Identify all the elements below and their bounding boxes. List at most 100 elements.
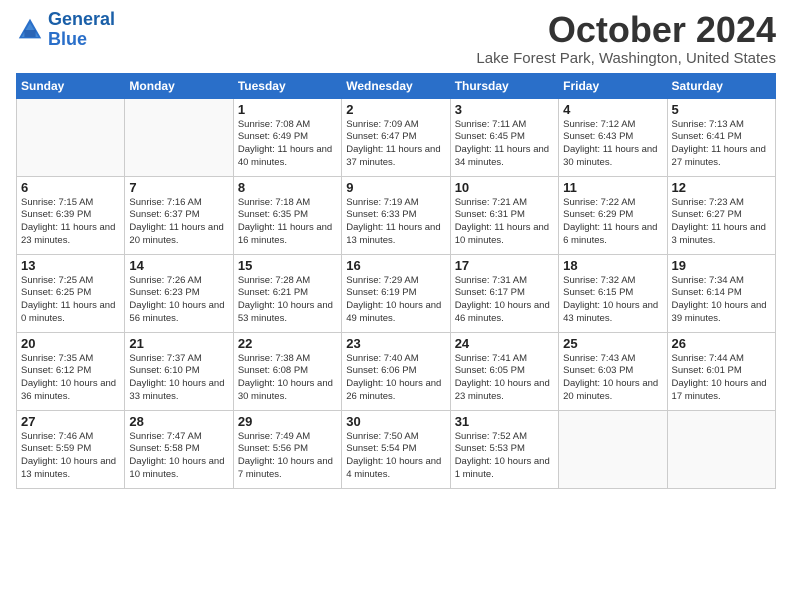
title-block: October 2024 Lake Forest Park, Washingto… bbox=[476, 10, 776, 67]
day-number: 2 bbox=[346, 102, 445, 117]
calendar-cell bbox=[125, 98, 233, 176]
logo-text: General Blue bbox=[48, 10, 115, 50]
day-number: 15 bbox=[238, 258, 337, 273]
col-header-thursday: Thursday bbox=[450, 73, 558, 98]
day-number: 21 bbox=[129, 336, 228, 351]
day-info: Sunrise: 7:11 AM Sunset: 6:45 PM Dayligh… bbox=[455, 119, 554, 170]
day-number: 12 bbox=[672, 180, 771, 195]
day-number: 9 bbox=[346, 180, 445, 195]
day-info: Sunrise: 7:40 AM Sunset: 6:06 PM Dayligh… bbox=[346, 353, 445, 404]
day-info: Sunrise: 7:35 AM Sunset: 6:12 PM Dayligh… bbox=[21, 353, 120, 404]
day-number: 11 bbox=[563, 180, 662, 195]
day-info: Sunrise: 7:28 AM Sunset: 6:21 PM Dayligh… bbox=[238, 275, 337, 326]
day-info: Sunrise: 7:44 AM Sunset: 6:01 PM Dayligh… bbox=[672, 353, 771, 404]
day-info: Sunrise: 7:25 AM Sunset: 6:25 PM Dayligh… bbox=[21, 275, 120, 326]
calendar-table: SundayMondayTuesdayWednesdayThursdayFrid… bbox=[16, 73, 776, 489]
logo-icon bbox=[16, 16, 44, 44]
calendar-cell: 17 Sunrise: 7:31 AM Sunset: 6:17 PM Dayli… bbox=[450, 254, 558, 332]
day-number: 24 bbox=[455, 336, 554, 351]
calendar-cell: 30 Sunrise: 7:50 AM Sunset: 5:54 PM Dayli… bbox=[342, 410, 450, 488]
day-info: Sunrise: 7:19 AM Sunset: 6:33 PM Dayligh… bbox=[346, 197, 445, 248]
day-info: Sunrise: 7:26 AM Sunset: 6:23 PM Dayligh… bbox=[129, 275, 228, 326]
day-number: 18 bbox=[563, 258, 662, 273]
col-header-friday: Friday bbox=[559, 73, 667, 98]
day-number: 8 bbox=[238, 180, 337, 195]
day-info: Sunrise: 7:16 AM Sunset: 6:37 PM Dayligh… bbox=[129, 197, 228, 248]
day-info: Sunrise: 7:52 AM Sunset: 5:53 PM Dayligh… bbox=[455, 431, 554, 482]
calendar-cell: 13 Sunrise: 7:25 AM Sunset: 6:25 PM Dayli… bbox=[17, 254, 125, 332]
day-info: Sunrise: 7:23 AM Sunset: 6:27 PM Dayligh… bbox=[672, 197, 771, 248]
day-number: 3 bbox=[455, 102, 554, 117]
day-number: 17 bbox=[455, 258, 554, 273]
day-info: Sunrise: 7:46 AM Sunset: 5:59 PM Dayligh… bbox=[21, 431, 120, 482]
page: General Blue October 2024 Lake Forest Pa… bbox=[0, 0, 792, 499]
day-number: 30 bbox=[346, 414, 445, 429]
col-header-tuesday: Tuesday bbox=[233, 73, 341, 98]
day-number: 27 bbox=[21, 414, 120, 429]
day-number: 7 bbox=[129, 180, 228, 195]
day-info: Sunrise: 7:34 AM Sunset: 6:14 PM Dayligh… bbox=[672, 275, 771, 326]
calendar-cell: 1Sunrise: 7:08 AM Sunset: 6:49 PM Daylig… bbox=[233, 98, 341, 176]
col-header-sunday: Sunday bbox=[17, 73, 125, 98]
calendar-cell: 23 Sunrise: 7:40 AM Sunset: 6:06 PM Dayli… bbox=[342, 332, 450, 410]
day-number: 23 bbox=[346, 336, 445, 351]
week-row-3: 13 Sunrise: 7:25 AM Sunset: 6:25 PM Dayli… bbox=[17, 254, 776, 332]
week-row-1: 1Sunrise: 7:08 AM Sunset: 6:49 PM Daylig… bbox=[17, 98, 776, 176]
day-info: Sunrise: 7:38 AM Sunset: 6:08 PM Dayligh… bbox=[238, 353, 337, 404]
day-number: 20 bbox=[21, 336, 120, 351]
location-title: Lake Forest Park, Washington, United Sta… bbox=[476, 50, 776, 67]
day-number: 16 bbox=[346, 258, 445, 273]
day-info: Sunrise: 7:18 AM Sunset: 6:35 PM Dayligh… bbox=[238, 197, 337, 248]
calendar-cell: 2 Sunrise: 7:09 AM Sunset: 6:47 PM Daylig… bbox=[342, 98, 450, 176]
day-number: 4 bbox=[563, 102, 662, 117]
day-info: Sunrise: 7:37 AM Sunset: 6:10 PM Dayligh… bbox=[129, 353, 228, 404]
calendar-cell: 21 Sunrise: 7:37 AM Sunset: 6:10 PM Dayli… bbox=[125, 332, 233, 410]
week-row-2: 6Sunrise: 7:15 AM Sunset: 6:39 PM Daylig… bbox=[17, 176, 776, 254]
calendar-cell: 26Sunrise: 7:44 AM Sunset: 6:01 PM Dayli… bbox=[667, 332, 775, 410]
day-number: 14 bbox=[129, 258, 228, 273]
calendar-cell bbox=[667, 410, 775, 488]
day-info: Sunrise: 7:09 AM Sunset: 6:47 PM Dayligh… bbox=[346, 119, 445, 170]
calendar-cell: 25 Sunrise: 7:43 AM Sunset: 6:03 PM Dayli… bbox=[559, 332, 667, 410]
calendar-cell: 14 Sunrise: 7:26 AM Sunset: 6:23 PM Dayli… bbox=[125, 254, 233, 332]
day-info: Sunrise: 7:41 AM Sunset: 6:05 PM Dayligh… bbox=[455, 353, 554, 404]
logo-general: General bbox=[48, 9, 115, 29]
day-number: 31 bbox=[455, 414, 554, 429]
calendar-cell: 5 Sunrise: 7:13 AM Sunset: 6:41 PM Daylig… bbox=[667, 98, 775, 176]
day-info: Sunrise: 7:31 AM Sunset: 6:17 PM Dayligh… bbox=[455, 275, 554, 326]
day-info: Sunrise: 7:32 AM Sunset: 6:15 PM Dayligh… bbox=[563, 275, 662, 326]
calendar-cell: 22Sunrise: 7:38 AM Sunset: 6:08 PM Dayli… bbox=[233, 332, 341, 410]
calendar-cell: 8 Sunrise: 7:18 AM Sunset: 6:35 PM Daylig… bbox=[233, 176, 341, 254]
calendar-cell: 31 Sunrise: 7:52 AM Sunset: 5:53 PM Dayli… bbox=[450, 410, 558, 488]
calendar-cell: 15 Sunrise: 7:28 AM Sunset: 6:21 PM Dayli… bbox=[233, 254, 341, 332]
month-title: October 2024 bbox=[476, 10, 776, 50]
col-header-monday: Monday bbox=[125, 73, 233, 98]
week-row-5: 27 Sunrise: 7:46 AM Sunset: 5:59 PM Dayli… bbox=[17, 410, 776, 488]
day-info: Sunrise: 7:50 AM Sunset: 5:54 PM Dayligh… bbox=[346, 431, 445, 482]
calendar-cell: 10Sunrise: 7:21 AM Sunset: 6:31 PM Dayli… bbox=[450, 176, 558, 254]
day-info: Sunrise: 7:22 AM Sunset: 6:29 PM Dayligh… bbox=[563, 197, 662, 248]
day-info: Sunrise: 7:43 AM Sunset: 6:03 PM Dayligh… bbox=[563, 353, 662, 404]
day-info: Sunrise: 7:13 AM Sunset: 6:41 PM Dayligh… bbox=[672, 119, 771, 170]
day-number: 5 bbox=[672, 102, 771, 117]
day-info: Sunrise: 7:49 AM Sunset: 5:56 PM Dayligh… bbox=[238, 431, 337, 482]
day-info: Sunrise: 7:12 AM Sunset: 6:43 PM Dayligh… bbox=[563, 119, 662, 170]
calendar-cell: 27 Sunrise: 7:46 AM Sunset: 5:59 PM Dayli… bbox=[17, 410, 125, 488]
calendar-cell: 6Sunrise: 7:15 AM Sunset: 6:39 PM Daylig… bbox=[17, 176, 125, 254]
calendar-cell bbox=[17, 98, 125, 176]
day-number: 25 bbox=[563, 336, 662, 351]
day-number: 13 bbox=[21, 258, 120, 273]
day-info: Sunrise: 7:15 AM Sunset: 6:39 PM Dayligh… bbox=[21, 197, 120, 248]
day-number: 28 bbox=[129, 414, 228, 429]
calendar-cell: 28 Sunrise: 7:47 AM Sunset: 5:58 PM Dayli… bbox=[125, 410, 233, 488]
day-number: 19 bbox=[672, 258, 771, 273]
header: General Blue October 2024 Lake Forest Pa… bbox=[16, 10, 776, 67]
calendar-cell: 18 Sunrise: 7:32 AM Sunset: 6:15 PM Dayli… bbox=[559, 254, 667, 332]
calendar-cell: 7 Sunrise: 7:16 AM Sunset: 6:37 PM Daylig… bbox=[125, 176, 233, 254]
calendar-cell bbox=[559, 410, 667, 488]
calendar-cell: 24 Sunrise: 7:41 AM Sunset: 6:05 PM Dayli… bbox=[450, 332, 558, 410]
logo: General Blue bbox=[16, 10, 115, 50]
day-info: Sunrise: 7:47 AM Sunset: 5:58 PM Dayligh… bbox=[129, 431, 228, 482]
day-number: 1 bbox=[238, 102, 337, 117]
calendar-cell: 16Sunrise: 7:29 AM Sunset: 6:19 PM Dayli… bbox=[342, 254, 450, 332]
